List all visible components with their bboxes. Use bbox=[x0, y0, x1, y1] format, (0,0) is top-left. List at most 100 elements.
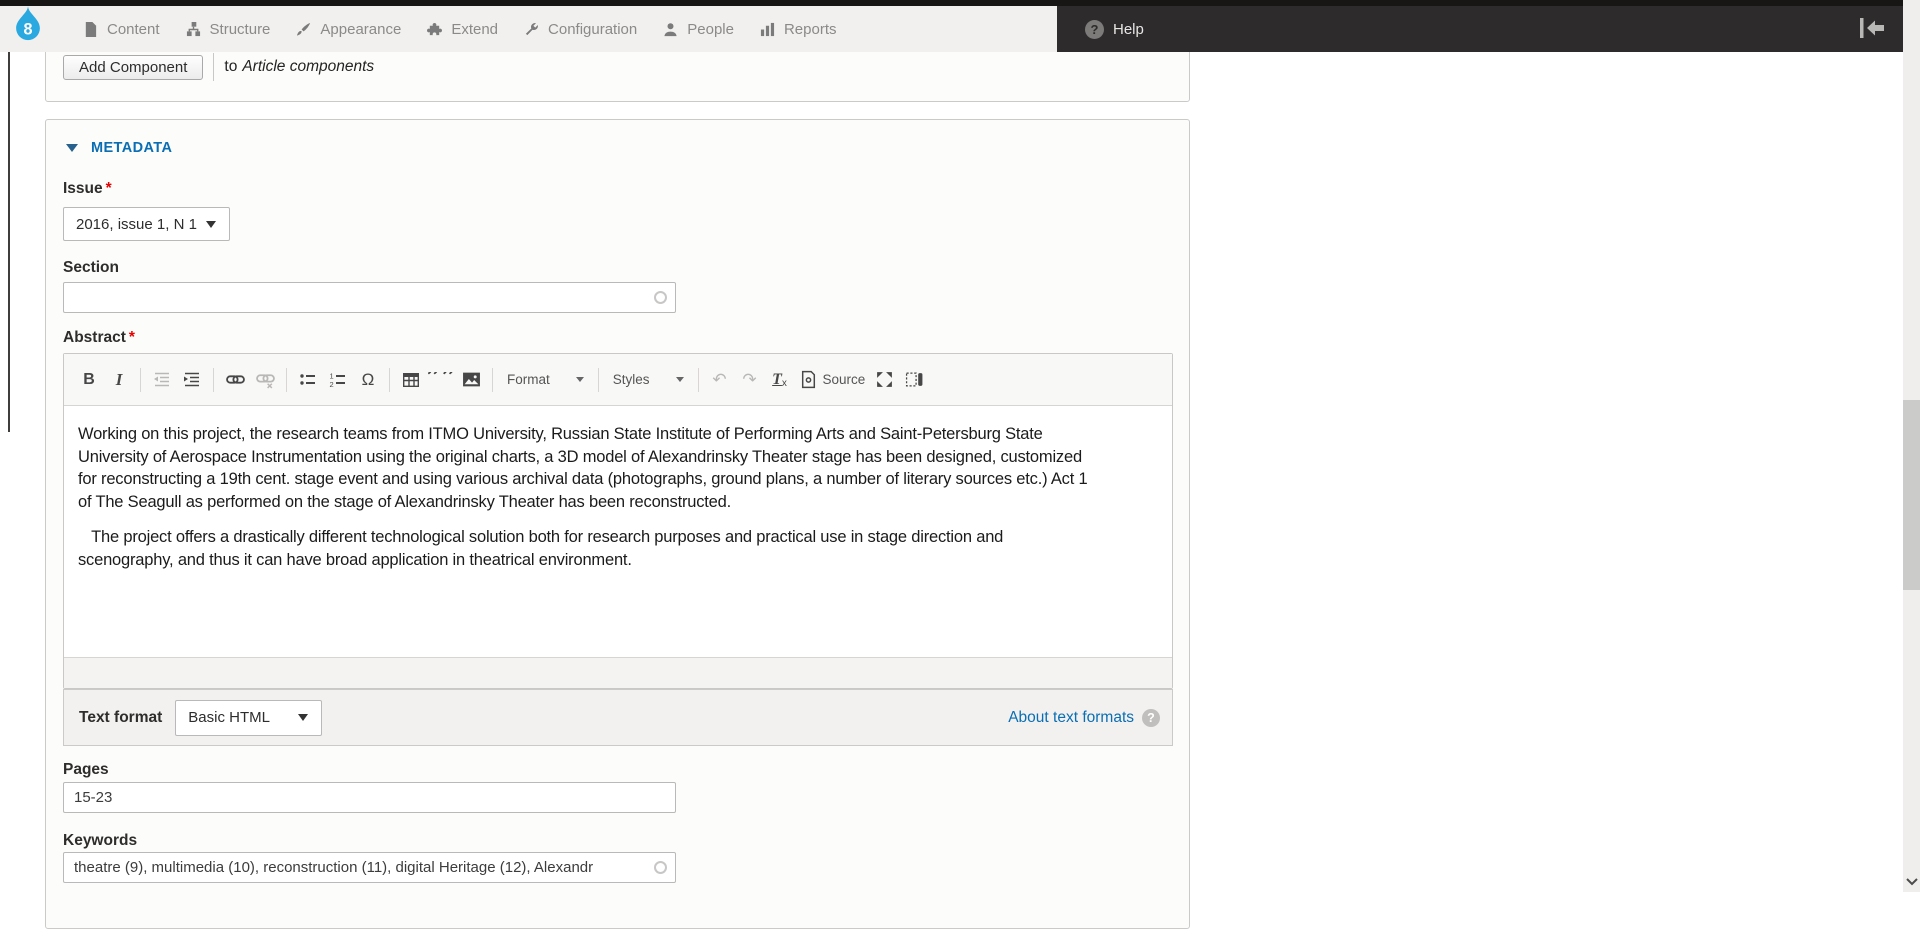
add-component-row: Add Component to Article components bbox=[63, 53, 374, 81]
image-icon bbox=[462, 370, 481, 389]
help-question-icon[interactable]: ? bbox=[1142, 709, 1160, 727]
toolbar-separator bbox=[389, 368, 390, 392]
metadata-fieldset: METADATA Issue* 2016, issue 1, N 1 Secti… bbox=[45, 119, 1190, 929]
text-format-row: Text format Basic HTML About text format… bbox=[63, 689, 1173, 746]
toolbar-separator bbox=[286, 368, 287, 392]
toolbar-tray: Content Structure Appearance Extend Conf… bbox=[0, 6, 1057, 52]
toolbar-separator bbox=[492, 368, 493, 392]
reports-icon bbox=[760, 22, 775, 37]
blockquote-button[interactable]: ”” bbox=[428, 372, 454, 388]
drupal-logo[interactable]: 8 bbox=[9, 4, 47, 42]
outdent-button[interactable] bbox=[149, 367, 175, 393]
left-edge-line bbox=[8, 52, 10, 432]
extend-icon bbox=[427, 22, 442, 37]
outdent-icon bbox=[153, 371, 171, 389]
indent-icon bbox=[183, 371, 201, 389]
fieldset-legend: METADATA bbox=[91, 140, 172, 156]
toolbar-item-configuration[interactable]: Configuration bbox=[511, 6, 650, 52]
source-icon bbox=[799, 370, 818, 389]
scrollbar-down-arrow-icon[interactable] bbox=[1906, 878, 1918, 886]
format-dropdown[interactable]: Format bbox=[499, 367, 592, 393]
toolbar-item-label: People bbox=[687, 21, 734, 38]
configuration-icon bbox=[524, 22, 539, 37]
maximize-button[interactable] bbox=[871, 367, 897, 393]
bulleted-list-button[interactable] bbox=[295, 367, 321, 393]
table-icon bbox=[402, 371, 420, 389]
source-button-label: Source bbox=[823, 372, 866, 387]
structure-icon bbox=[186, 22, 201, 37]
autocomplete-throbber-icon bbox=[654, 861, 667, 874]
vertical-scrollbar[interactable] bbox=[1903, 0, 1920, 892]
bulleted-list-icon bbox=[299, 371, 317, 389]
abstract-paragraph: The project offers a drastically differe… bbox=[78, 526, 1088, 571]
toolbar-item-label: Content bbox=[107, 21, 160, 38]
text-format-label: Text format bbox=[79, 709, 162, 727]
redo-button[interactable]: ↷ bbox=[737, 367, 763, 393]
text-format-select-value: Basic HTML bbox=[176, 709, 298, 726]
show-blocks-button[interactable] bbox=[901, 367, 927, 393]
about-text-formats-link[interactable]: About text formats bbox=[1008, 709, 1134, 727]
maximize-icon bbox=[875, 370, 894, 389]
toolbar-item-label: Structure bbox=[210, 21, 271, 38]
abstract-editor: B I 12 Ω bbox=[63, 353, 1173, 689]
undo-button[interactable]: ↶ bbox=[707, 367, 733, 393]
issue-select-value: 2016, issue 1, N 1 bbox=[64, 216, 206, 233]
abstract-label: Abstract* bbox=[63, 329, 135, 347]
add-component-button[interactable]: Add Component bbox=[63, 55, 203, 80]
toolbar-separator bbox=[598, 368, 599, 392]
toolbar-item-people[interactable]: People bbox=[650, 6, 747, 52]
add-component-target-text: to Article components bbox=[213, 53, 374, 81]
toolbar-separator bbox=[140, 368, 141, 392]
components-field-name: Article components bbox=[242, 58, 374, 76]
toolbar-item-help[interactable]: ? Help bbox=[1085, 6, 1144, 52]
chevron-down-icon bbox=[298, 714, 308, 721]
chevron-down-icon bbox=[676, 377, 684, 382]
source-button[interactable]: Source bbox=[799, 370, 866, 389]
toolbar-separator bbox=[213, 368, 214, 392]
section-label: Section bbox=[63, 259, 119, 277]
metadata-summary-toggle[interactable]: METADATA bbox=[66, 140, 172, 156]
toolbar-item-extend[interactable]: Extend bbox=[414, 6, 511, 52]
autocomplete-throbber-icon bbox=[654, 291, 667, 304]
remove-format-icon: T bbox=[772, 371, 782, 389]
styles-dropdown[interactable]: Styles bbox=[605, 367, 692, 393]
content-icon bbox=[83, 22, 98, 37]
keywords-input[interactable] bbox=[63, 852, 676, 883]
admin-menu: Content Structure Appearance Extend Conf… bbox=[70, 6, 850, 52]
toolbar-item-reports[interactable]: Reports bbox=[747, 6, 850, 52]
toolbar-item-content[interactable]: Content bbox=[70, 6, 173, 52]
issue-select[interactable]: 2016, issue 1, N 1 bbox=[63, 207, 230, 241]
people-icon bbox=[663, 22, 678, 37]
toolbar-item-structure[interactable]: Structure bbox=[173, 6, 284, 52]
table-button[interactable] bbox=[398, 367, 424, 393]
styles-dropdown-value: Styles bbox=[613, 372, 650, 387]
section-input[interactable] bbox=[63, 282, 676, 313]
numbered-list-button[interactable]: 12 bbox=[325, 367, 351, 393]
unlink-button[interactable] bbox=[252, 367, 278, 393]
scrollbar-thumb[interactable] bbox=[1903, 400, 1920, 590]
toolbar-item-label: Extend bbox=[451, 21, 498, 38]
collapse-arrow-icon bbox=[66, 144, 78, 152]
show-blocks-icon bbox=[905, 370, 924, 389]
toolbar-collapse-icon[interactable] bbox=[1858, 17, 1886, 39]
chevron-down-icon bbox=[576, 377, 584, 382]
pages-input[interactable] bbox=[63, 782, 676, 813]
link-icon bbox=[226, 370, 245, 389]
chevron-down-icon bbox=[206, 221, 216, 228]
special-character-button[interactable]: Ω bbox=[355, 367, 381, 393]
image-button[interactable] bbox=[458, 367, 484, 393]
remove-format-button[interactable]: Tx bbox=[767, 367, 793, 393]
admin-toolbar: Content Structure Appearance Extend Conf… bbox=[0, 0, 1920, 52]
abstract-editable-area[interactable]: Working on this project, the research te… bbox=[64, 406, 1172, 657]
toolbar-item-label: Configuration bbox=[548, 21, 637, 38]
issue-label: Issue* bbox=[63, 180, 112, 198]
required-marker: * bbox=[106, 180, 112, 197]
indent-button[interactable] bbox=[179, 367, 205, 393]
italic-button[interactable]: I bbox=[106, 367, 132, 393]
text-format-select[interactable]: Basic HTML bbox=[175, 700, 322, 736]
editor-bottom-bar bbox=[64, 657, 1172, 688]
toolbar-item-appearance[interactable]: Appearance bbox=[283, 6, 414, 52]
bold-button[interactable]: B bbox=[76, 367, 102, 393]
link-button[interactable] bbox=[222, 367, 248, 393]
toolbar-item-label: Appearance bbox=[320, 21, 401, 38]
